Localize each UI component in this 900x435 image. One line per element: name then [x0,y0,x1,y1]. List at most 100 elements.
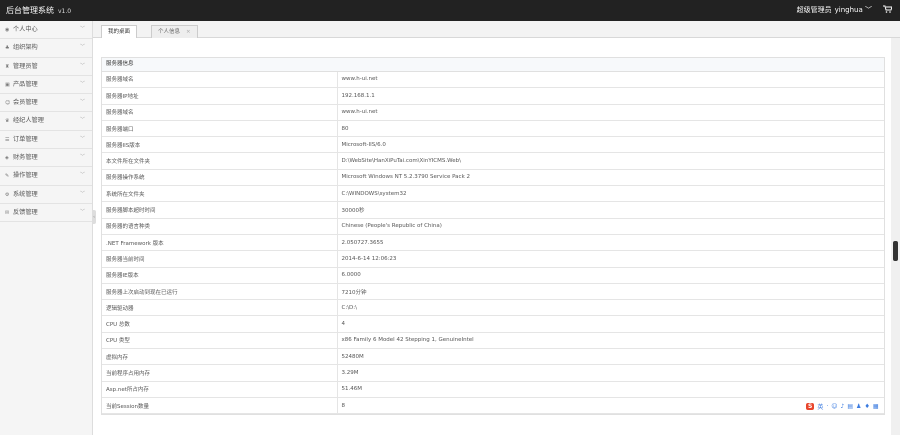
sidebar-item-label: 财务管理 [13,154,38,162]
grid-icon[interactable]: ▦ [873,403,879,410]
row-key: 服务器IE版本 [102,267,338,284]
table-row: 逻辑驱动器 C:\D:\ [102,299,884,317]
chevron-down-icon: ﹀ [79,135,85,142]
shirt-icon[interactable]: ♦ [864,403,869,410]
row-key: 服务器域名 [102,71,338,89]
panel-title: 服务器信息 [102,58,884,72]
person-icon[interactable]: ♟ [856,403,861,410]
sidebar-item-label: 产品管理 [13,80,38,88]
sidebar-item-7[interactable]: ◈ 财务管理 ﹀ [0,149,92,168]
main-content: 服务器信息 服务器域名 www.h-ui.net 服务器IP地址 192.168.1.… [93,38,891,435]
row-value: 2014-6-14 12:06:23 [337,250,884,268]
sidebar-item-label: 个人中心 [13,26,38,33]
sidebar-item-0[interactable]: ◉ 个人中心 ﹀ [0,21,92,40]
table-row: 虚拟内存 52480M [102,348,884,366]
row-key: 逻辑驱动器 [102,299,338,317]
ime-mode[interactable]: 英 [817,402,823,411]
operation-icon: ✎ [5,173,10,180]
member-icon: ☺ [5,100,11,107]
sidebar-item-8[interactable]: ✎ 操作管理 ﹀ [0,167,92,186]
row-key: 服务器的语言种类 [102,218,338,235]
scrollbar-thumb[interactable] [893,241,898,261]
table-row: 服务器域名 www.h-ui.net [102,71,884,89]
row-value: 51.46M [337,381,884,398]
table-row: 服务器操作系统 Microsoft Windows NT 5.2.3790 Ser… [102,169,884,187]
system-icon: ⚙ [5,191,10,198]
table-row: 系统所在文件夹 C:\WINDOWS\system32 [102,185,884,203]
order-icon: ☰ [5,136,10,143]
row-key: 当前Session数量 [102,397,338,415]
row-value: 6.0000 [337,267,884,284]
row-value: 80 [337,120,884,138]
table-row: 服务器当前时间 2014-6-14 12:06:23 [102,250,884,268]
tab-label: 我的桌面 [108,29,131,35]
user-icon: ◉ [5,27,10,33]
tabs-bar: 我的桌面 个人信息 × [93,21,900,38]
tab-0[interactable]: 我的桌面 [101,25,138,38]
tab-1[interactable]: 个人信息 × [151,25,198,38]
cart-icon[interactable] [883,5,893,15]
chevron-down-icon: ﹀ [865,6,872,14]
row-value: 8 [337,397,884,415]
table-row: 服务器IE版本 6.0000 [102,267,884,284]
product-icon: ▣ [5,81,10,88]
sidebar-item-3[interactable]: ▣ 产品管理 ﹀ [0,76,92,95]
sidebar-item-1[interactable]: ♣ 组织架构 ﹀ [0,39,92,58]
sidebar-item-label: 反馈管理 [13,208,38,216]
row-value: Microsoft-IIS/6.0 [337,136,884,154]
mic-icon[interactable]: ♪ [841,403,845,410]
chevron-down-icon: ﹀ [79,117,85,124]
row-key: 服务器IIS版本 [102,136,338,154]
chevron-down-icon: ﹀ [79,44,85,51]
row-key: 虚拟内存 [102,348,338,366]
sidebar-item-10[interactable]: ✉ 反馈管理 ﹀ [0,204,92,223]
row-key: 本文件所在文件夹 [102,152,338,170]
server-info-table: 服务器域名 www.h-ui.net 服务器IP地址 192.168.1.1 服务器域名… [102,71,884,415]
chevron-down-icon: ﹀ [79,99,85,106]
chevron-down-icon: ﹀ [79,172,85,179]
row-key: 服务器上次启动到现在已运行 [102,283,338,301]
app-brand[interactable]: 后台管理系统 v1.0 [6,5,71,16]
smile-icon[interactable]: ☺ [831,403,837,410]
user-dropdown[interactable]: yinghua ﹀ [835,5,872,15]
row-value: x86 Family 6 Model 42 Stepping 1, Genuin… [337,332,884,350]
ime-toolbar: S 英 · ☺ ♪ ▤ ♟ ♦ ▦ [804,401,881,412]
row-key: CPU 总数 [102,315,338,333]
feedback-icon: ✉ [5,209,10,216]
keyboard-icon[interactable]: ▤ [847,403,853,410]
row-value: 7210分钟 [337,283,884,301]
table-row: 服务器上次启动到现在已运行 7210分钟 [102,283,884,301]
ime-logo[interactable]: S [806,403,815,410]
row-key: 服务器IP地址 [102,87,338,105]
chevron-down-icon: ﹀ [79,190,85,197]
row-key: 当前程序占用内存 [102,364,338,382]
row-value: D:\WebSite\HanXiPuTai.com\XinYICMS.Web\ [337,152,884,170]
chevron-down-icon: ﹀ [79,208,85,215]
row-value: 52480M [337,348,884,366]
row-key: 服务器操作系统 [102,169,338,187]
close-icon[interactable]: × [186,29,191,35]
sidebar-menu: ◉ 个人中心 ﹀ ♣ 组织架构 ﹀ ♜ 管理员管 ﹀ ▣ 产品管理 ﹀ ☺ 会员管理 ﹀ ♛ 经纪人管理 ﹀ ☰ 订单… [0,21,93,435]
top-navbar: 后台管理系统 v1.0 超级管理员 yinghua ﹀ [0,0,900,21]
table-row: 当前Session数量 8 [102,397,884,415]
user-area: 超级管理员 yinghua ﹀ [796,5,893,15]
sidebar-item-9[interactable]: ⚙ 系统管理 ﹀ [0,186,92,204]
sidebar-item-label: 订单管理 [13,135,38,143]
user-role: 超级管理员 [796,6,832,14]
row-value: C:\WINDOWS\system32 [337,185,884,203]
sidebar-item-5[interactable]: ♛ 经纪人管理 ﹀ [0,112,92,131]
dot-icon[interactable]: · [826,403,828,410]
sidebar-item-4[interactable]: ☺ 会员管理 ﹀ [0,94,92,113]
table-row: 服务器IP地址 192.168.1.1 [102,87,884,105]
table-row: 本文件所在文件夹 D:\WebSite\HanXiPuTai.com\XinYIC… [102,152,884,170]
sidebar-item-label: 组织架构 [13,44,38,52]
vertical-scrollbar[interactable] [891,38,900,435]
row-key: Asp.net所占内存 [102,381,338,398]
row-value: 30000秒 [337,201,884,219]
row-value: 4 [337,315,884,333]
sidebar-item-6[interactable]: ☰ 订单管理 ﹀ [0,131,92,150]
chevron-down-icon: ﹀ [79,26,85,32]
sidebar-item-label: 经纪人管理 [13,117,44,125]
chevron-down-icon: ﹀ [79,62,85,69]
sidebar-item-2[interactable]: ♜ 管理员管 ﹀ [0,58,92,76]
